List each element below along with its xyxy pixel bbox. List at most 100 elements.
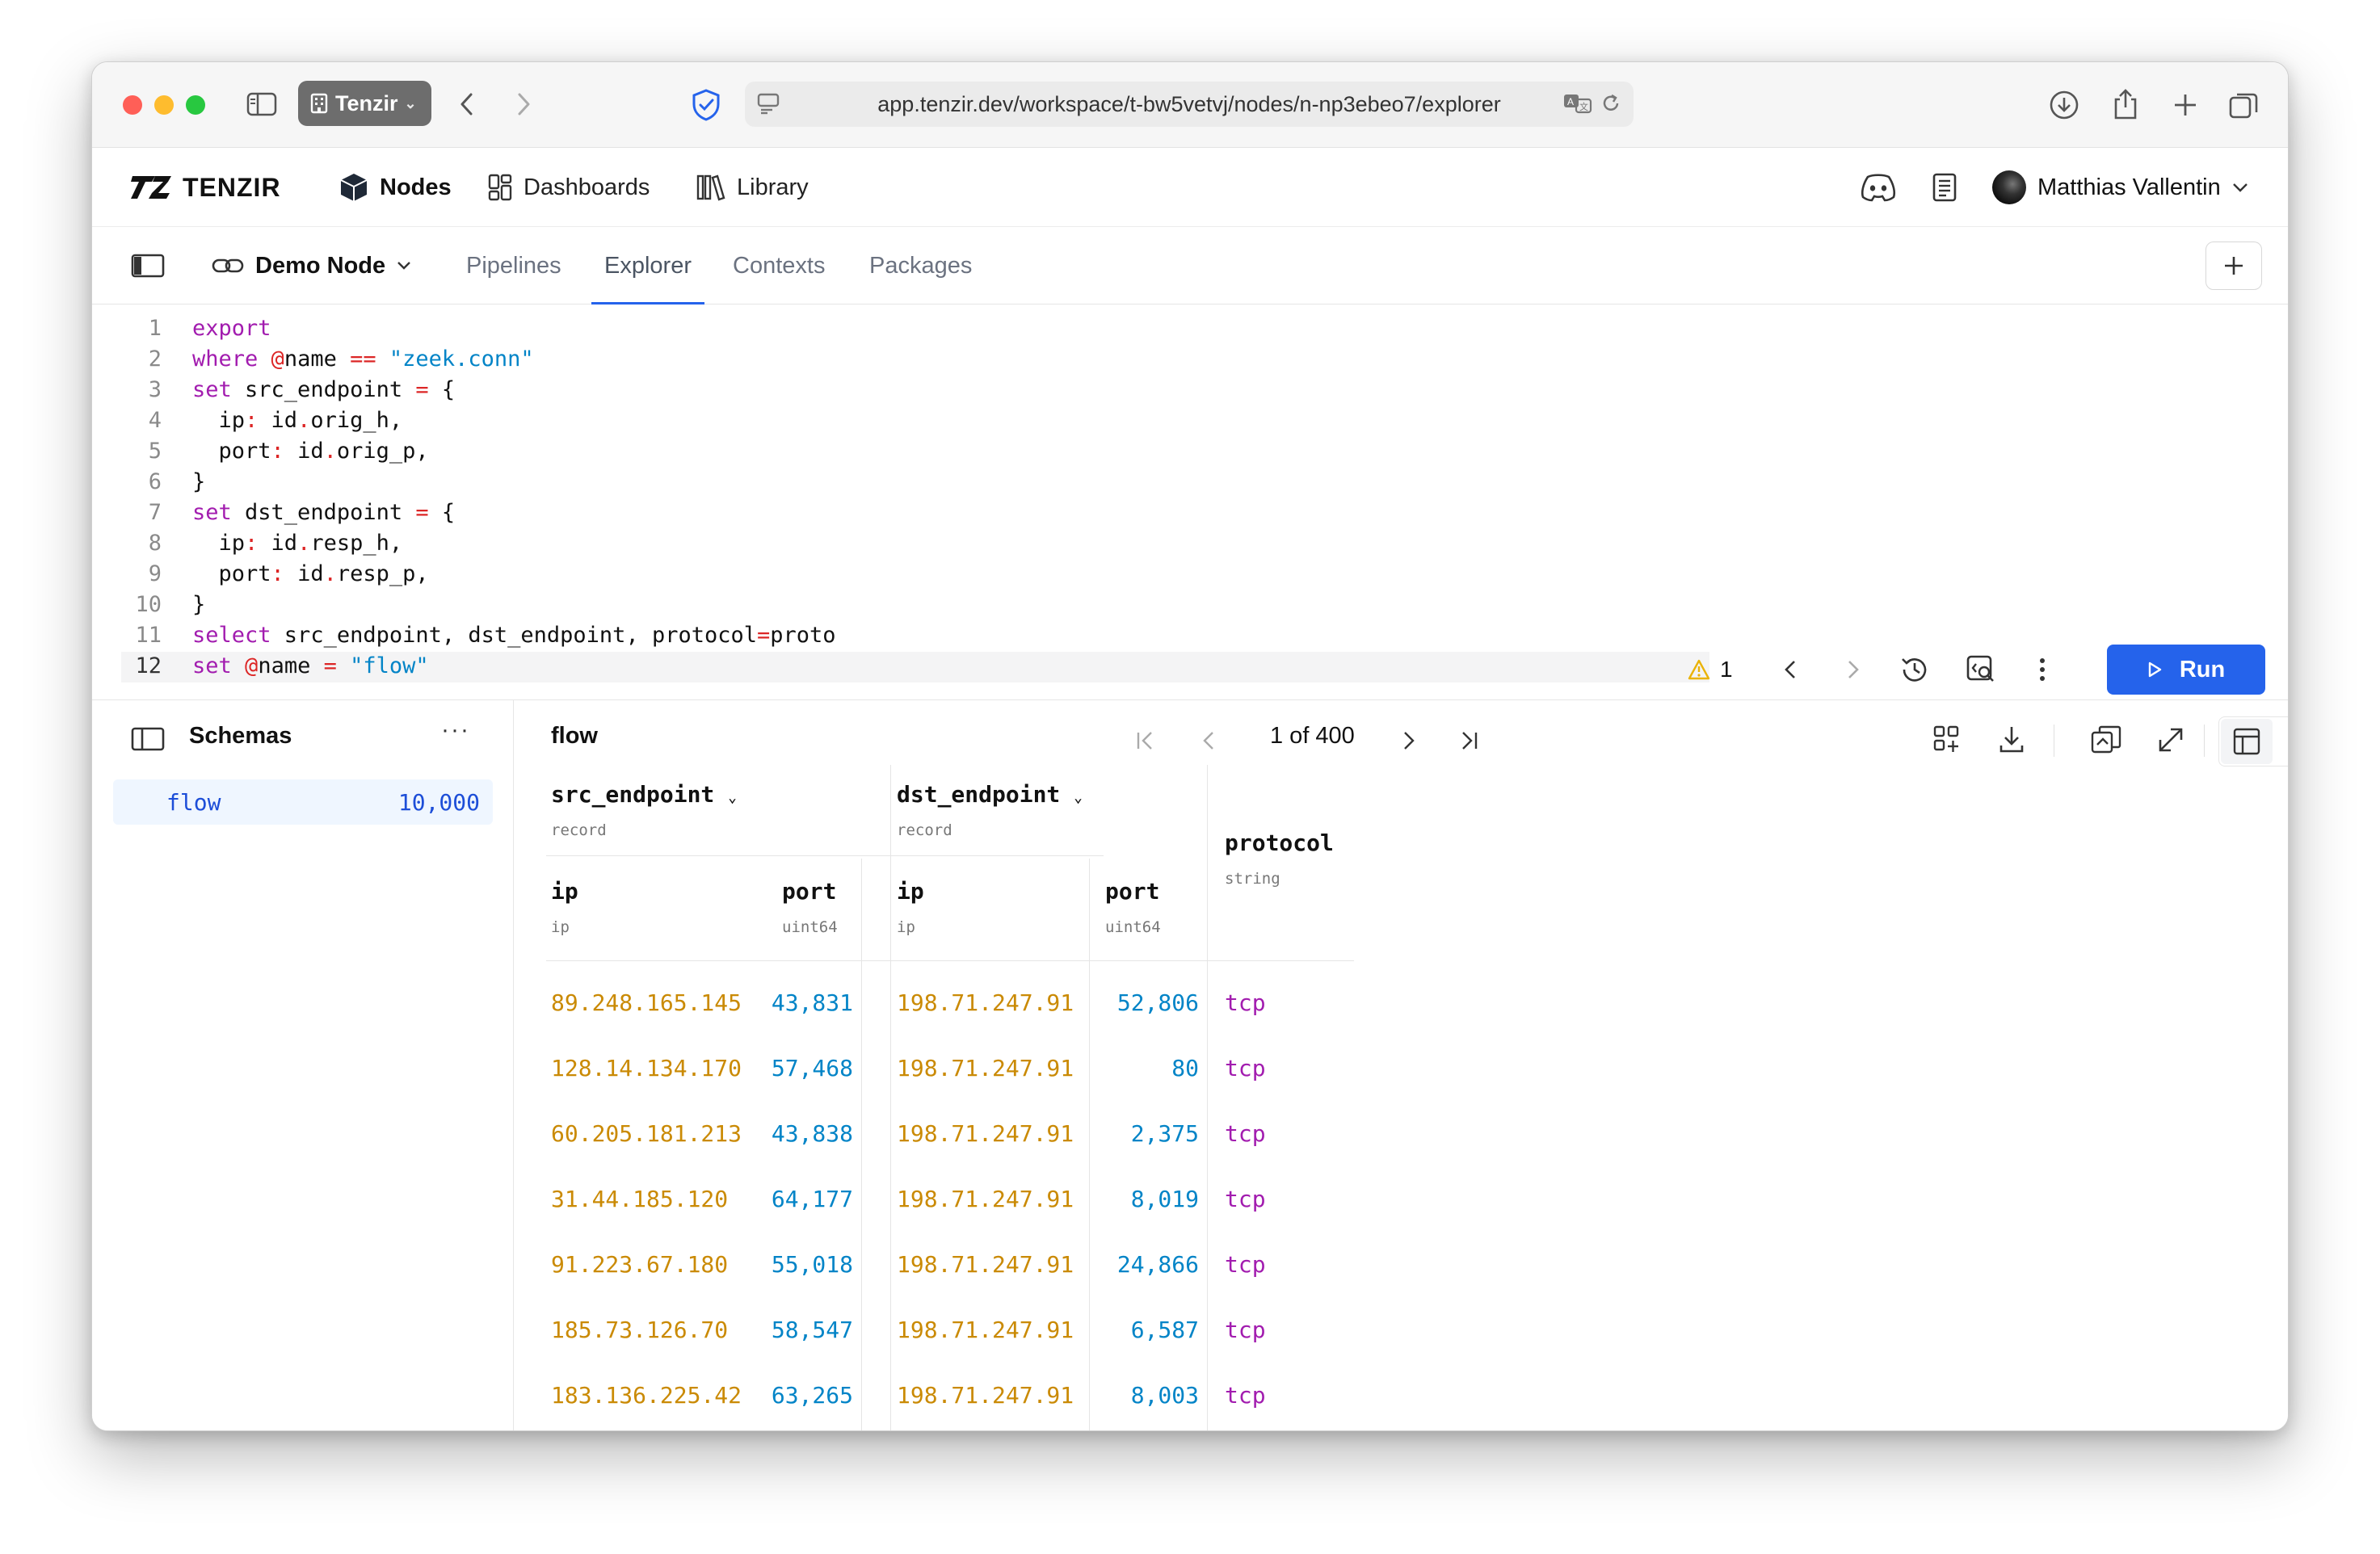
column-type: uint64	[1105, 918, 1161, 936]
pipeline-editor[interactable]: 1 export 2 where @ name == "zeek.conn" 3 set s…	[92, 304, 2288, 700]
column-group-header[interactable]: src_endpoint ⌄	[551, 781, 737, 808]
add-button[interactable]	[2205, 242, 2262, 290]
column-header[interactable]: port	[1105, 878, 1159, 905]
schemas-panel: Schemas ··· flow 10,000	[92, 700, 514, 1430]
reload-icon[interactable]	[1600, 92, 1622, 115]
close-window-button[interactable]	[123, 95, 142, 115]
nav-nodes-label: Nodes	[380, 174, 452, 200]
share-icon[interactable]	[2107, 85, 2144, 124]
code-line[interactable]: 5 port: id. orig_p,	[92, 435, 429, 466]
link-icon	[212, 257, 244, 275]
expand-icon[interactable]	[2152, 721, 2189, 758]
code-line[interactable]: 3 set src_endpoint = {	[92, 374, 455, 405]
code-line[interactable]: 4 ip: id. orig_h,	[92, 405, 402, 435]
code-token: where	[192, 346, 259, 372]
code-line[interactable]: 1 export	[92, 313, 271, 343]
panel-toggle-icon[interactable]	[129, 250, 166, 282]
code-token: export	[192, 315, 271, 341]
sidebar-toggle-icon[interactable]	[246, 90, 278, 119]
table-row[interactable]: 60.205.181.213 43,838 198.71.247.91 2,375 tc…	[514, 1120, 1354, 1153]
add-widget-icon[interactable]	[1929, 721, 1965, 758]
table-cell: 198.71.247.91	[897, 1120, 1074, 1147]
code-token: id	[258, 530, 298, 556]
brand-logo[interactable]: TENZIR	[131, 148, 281, 227]
code-line[interactable]: 10}	[92, 589, 205, 620]
tab-contexts[interactable]: Contexts	[733, 227, 825, 304]
code-line[interactable]: 7 set dst_endpoint = {	[92, 497, 455, 527]
table-row[interactable]: 185.73.126.70 58,547 198.71.247.91 6,587 tcp	[514, 1317, 1354, 1349]
table-row[interactable]: 31.44.185.120 64,177 198.71.247.91 8,019 tcp	[514, 1186, 1354, 1218]
previous-diagnostic-icon[interactable]	[1774, 653, 1806, 686]
translate-icon[interactable]: A文	[1562, 91, 1593, 116]
run-button[interactable]: Run	[2107, 645, 2265, 695]
column-header[interactable]: port	[782, 878, 836, 905]
code-token: =	[415, 499, 429, 525]
nav-nodes[interactable]: Nodes	[339, 148, 452, 227]
code-line[interactable]: 12 set @ name = "flow"	[92, 650, 428, 681]
new-tab-icon[interactable]	[2167, 86, 2204, 124]
tab-group-button[interactable]: Tenzir ⌄	[298, 81, 431, 126]
schemas-menu-icon[interactable]: ···	[441, 716, 470, 744]
play-icon	[2147, 662, 2162, 678]
maximize-window-button[interactable]	[186, 95, 205, 115]
user-menu[interactable]: Matthias Vallentin	[1992, 148, 2248, 227]
table-row[interactable]: 89.248.165.145 43,831 198.71.247.91 52,806 t…	[514, 989, 1354, 1022]
address-bar[interactable]: app.tenzir.dev/workspace/t-bw5vetvj/node…	[745, 82, 1634, 127]
column-header[interactable]: ip	[551, 878, 578, 905]
code-token: id	[284, 561, 324, 586]
url-text: app.tenzir.dev/workspace/t-bw5vetvj/node…	[877, 91, 1501, 116]
nav-library[interactable]: Library	[696, 148, 809, 227]
table-cell: 198.71.247.91	[897, 989, 1074, 1016]
more-options-icon[interactable]	[2026, 652, 2058, 687]
table-row[interactable]: 91.223.67.180 55,018 198.71.247.91 24,866 tc…	[514, 1251, 1354, 1283]
column-group-header[interactable]: dst_endpoint ⌄	[897, 781, 1083, 808]
warnings-button[interactable]: 1	[1688, 653, 1733, 686]
code-line[interactable]: 6}	[92, 466, 206, 497]
node-selector[interactable]: Demo Node	[212, 227, 411, 304]
code-search-icon[interactable]	[1963, 652, 1999, 687]
download-results-icon[interactable]	[1994, 721, 2029, 758]
tab-pipelines[interactable]: Pipelines	[466, 227, 561, 304]
schema-item-flow[interactable]: flow 10,000	[113, 779, 493, 825]
table-cell: 198.71.247.91	[897, 1055, 1074, 1082]
shield-icon[interactable]	[688, 86, 724, 124]
download-icon[interactable]	[2046, 86, 2083, 124]
table-row[interactable]: 128.14.134.170 57,468 198.71.247.91 80 tcp	[514, 1055, 1354, 1087]
table-cell: tcp	[1225, 1055, 1266, 1082]
code-token: .	[323, 561, 337, 586]
tab-explorer[interactable]: Explorer	[591, 227, 704, 305]
code-token: ip	[192, 530, 246, 556]
table-cell: 55,018	[771, 1251, 853, 1278]
nav-dashboards[interactable]: Dashboards	[488, 148, 650, 227]
code-line[interactable]: 9 port: id. resp_p,	[92, 558, 429, 589]
table-cell: 31.44.185.120	[551, 1186, 729, 1212]
table-view-icon[interactable]	[2221, 719, 2273, 764]
next-diagnostic-icon[interactable]	[1837, 653, 1869, 686]
page-settings-icon[interactable]	[756, 91, 780, 116]
code-token: port	[192, 438, 271, 464]
forward-arrow-icon[interactable]	[507, 88, 540, 120]
warning-count: 1	[1720, 657, 1733, 682]
schemas-panel-icon[interactable]	[131, 723, 165, 755]
discord-icon[interactable]	[1856, 167, 1900, 208]
nav-dashboards-label: Dashboards	[524, 174, 650, 200]
column-group-name: src_endpoint	[551, 781, 715, 808]
chart-view-icon[interactable]	[2277, 719, 2288, 764]
copy-results-icon[interactable]	[2088, 721, 2125, 758]
history-icon[interactable]	[1897, 652, 1932, 687]
last-page-icon[interactable]	[1453, 724, 1485, 757]
column-header[interactable]: ip	[897, 878, 924, 905]
tab-group-label: Tenzir	[335, 90, 398, 116]
column-header[interactable]: protocol	[1225, 830, 1334, 856]
back-arrow-icon[interactable]	[451, 88, 483, 120]
docs-icon[interactable]	[1926, 167, 1963, 208]
tab-packages[interactable]: Packages	[869, 227, 972, 304]
code-line[interactable]: 2 where @ name == "zeek.conn"	[92, 343, 534, 374]
minimize-window-button[interactable]	[154, 95, 174, 115]
tab-overview-icon[interactable]	[2225, 86, 2262, 124]
code-token: :	[245, 407, 259, 433]
code-line[interactable]: 8 ip: id. resp_h,	[92, 527, 402, 558]
code-line[interactable]: 11 select src_endpoint, dst_endpoint, pro…	[92, 620, 835, 650]
table-row[interactable]: 183.136.225.42 63,265 198.71.247.91 8,003 tc…	[514, 1382, 1354, 1414]
